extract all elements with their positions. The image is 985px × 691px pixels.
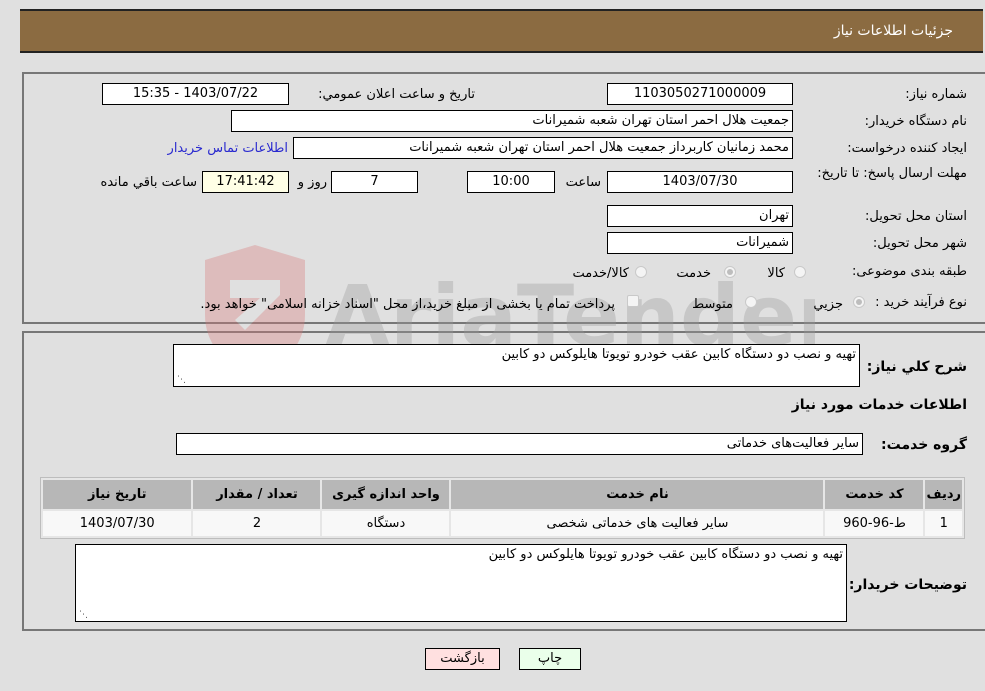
need-number-label: شماره نیاز: bbox=[905, 87, 967, 102]
cell-quantity: 2 bbox=[193, 511, 321, 536]
buyer-org-label: نام دستگاه خریدار: bbox=[864, 114, 967, 129]
col-row-number: ردیف bbox=[925, 480, 962, 509]
col-service-name: نام خدمت bbox=[451, 480, 824, 509]
cell-service-code: ط-96-960 bbox=[825, 511, 924, 536]
page-header: جزئیات اطلاعات نیاز bbox=[20, 9, 983, 53]
need-number-field: 1103050271000009 bbox=[607, 83, 793, 105]
remaining-time-field: 17:41:42 bbox=[202, 171, 289, 193]
resize-grip-icon[interactable]: ⋰ bbox=[176, 375, 186, 385]
col-quantity: تعداد / مقدار bbox=[193, 480, 321, 509]
col-need-date: تاریخ نیاز bbox=[43, 480, 192, 509]
category-label: طبقه بندی موضوعی: bbox=[851, 264, 967, 279]
summary-label: شرح كلي نياز: bbox=[866, 359, 967, 375]
table-row: 1 ط-96-960 سایر فعالیت های خدماتی شخصی د… bbox=[43, 511, 962, 536]
treasury-checkbox[interactable] bbox=[627, 295, 639, 307]
cell-need-date: 1403/07/30 bbox=[43, 511, 192, 536]
buyer-notes-text: تهیه و نصب دو دستگاه کابین عقب خودرو توی… bbox=[488, 547, 843, 562]
category-goods-service-label: کالا/خدمت bbox=[572, 266, 629, 281]
cell-row-number: 1 bbox=[925, 511, 962, 536]
city-field: شمیرانات bbox=[607, 232, 793, 254]
remaining-label: ساعت باقي مانده bbox=[100, 175, 197, 190]
cell-service-name: سایر فعالیت های خدماتی شخصی bbox=[451, 511, 824, 536]
summary-text: تهیه و نصب دو دستگاه کابین عقب خودرو توی… bbox=[501, 347, 856, 362]
purchase-type-medium-radio[interactable] bbox=[745, 296, 757, 308]
announce-datetime-field: 1403/07/22 - 15:35 bbox=[102, 83, 289, 105]
page-title: جزئیات اطلاعات نیاز bbox=[833, 23, 953, 39]
requester-label: ایجاد کننده درخواست: bbox=[847, 141, 967, 156]
print-button[interactable]: چاپ bbox=[519, 648, 581, 670]
days-label: روز و bbox=[297, 175, 327, 190]
buyer-org-field: جمعیت هلال احمر استان تهران شعبه شمیرانا… bbox=[231, 110, 793, 132]
province-label: استان محل تحویل: bbox=[865, 209, 967, 224]
buyer-contact-link[interactable]: اطلاعات تماس خریدار bbox=[168, 141, 288, 156]
purchase-type-minor-radio[interactable] bbox=[853, 296, 865, 308]
category-service-label: خدمت bbox=[676, 266, 711, 281]
requester-field: محمد زمانیان کاربرداز جمعیت هلال احمر اس… bbox=[293, 137, 793, 159]
deadline-time-field: 10:00 bbox=[467, 171, 555, 193]
back-button[interactable]: بازگشت bbox=[425, 648, 500, 670]
cell-unit: دستگاه bbox=[322, 511, 450, 536]
deadline-label: مهلت ارسال پاسخ: تا تاریخ: bbox=[817, 166, 967, 181]
buyer-notes-label: توضیحات خریدار: bbox=[848, 577, 967, 593]
category-goods-service-radio[interactable] bbox=[635, 266, 647, 278]
table-header-row: ردیف کد خدمت نام خدمت واحد اندازه گیری ت… bbox=[43, 480, 962, 509]
category-service-radio[interactable] bbox=[724, 266, 736, 278]
resize-grip-icon[interactable]: ⋰ bbox=[78, 610, 88, 620]
deadline-date-field: 1403/07/30 bbox=[607, 171, 793, 193]
province-field: تهران bbox=[607, 205, 793, 227]
services-table: ردیف کد خدمت نام خدمت واحد اندازه گیری ت… bbox=[40, 477, 965, 539]
deadline-time-label: ساعت bbox=[565, 175, 601, 190]
treasury-note: پرداخت تمام یا بخشی از مبلغ خرید،از محل … bbox=[200, 297, 615, 312]
buyer-notes-textarea[interactable]: تهیه و نصب دو دستگاه کابین عقب خودرو توی… bbox=[75, 544, 847, 622]
service-group-label: گروه خدمت: bbox=[881, 437, 967, 453]
col-unit: واحد اندازه گیری bbox=[322, 480, 450, 509]
purchase-type-minor-label: جزيي bbox=[813, 297, 843, 312]
col-service-code: کد خدمت bbox=[825, 480, 924, 509]
category-goods-radio[interactable] bbox=[794, 266, 806, 278]
purchase-type-medium-label: متوسط bbox=[692, 297, 733, 312]
purchase-type-label: نوع فرآیند خرید : bbox=[875, 295, 967, 310]
service-group-field: سایر فعالیت‌های خدماتی bbox=[176, 433, 863, 455]
city-label: شهر محل تحویل: bbox=[872, 236, 967, 251]
remaining-days-field: 7 bbox=[331, 171, 418, 193]
category-goods-label: کالا bbox=[767, 266, 785, 281]
announce-datetime-label: تاریخ و ساعت اعلان عمومي: bbox=[318, 87, 475, 102]
services-section-title: اطلاعات خدمات مورد نیاز bbox=[791, 397, 967, 413]
summary-textarea[interactable]: تهیه و نصب دو دستگاه کابین عقب خودرو توی… bbox=[173, 344, 860, 387]
